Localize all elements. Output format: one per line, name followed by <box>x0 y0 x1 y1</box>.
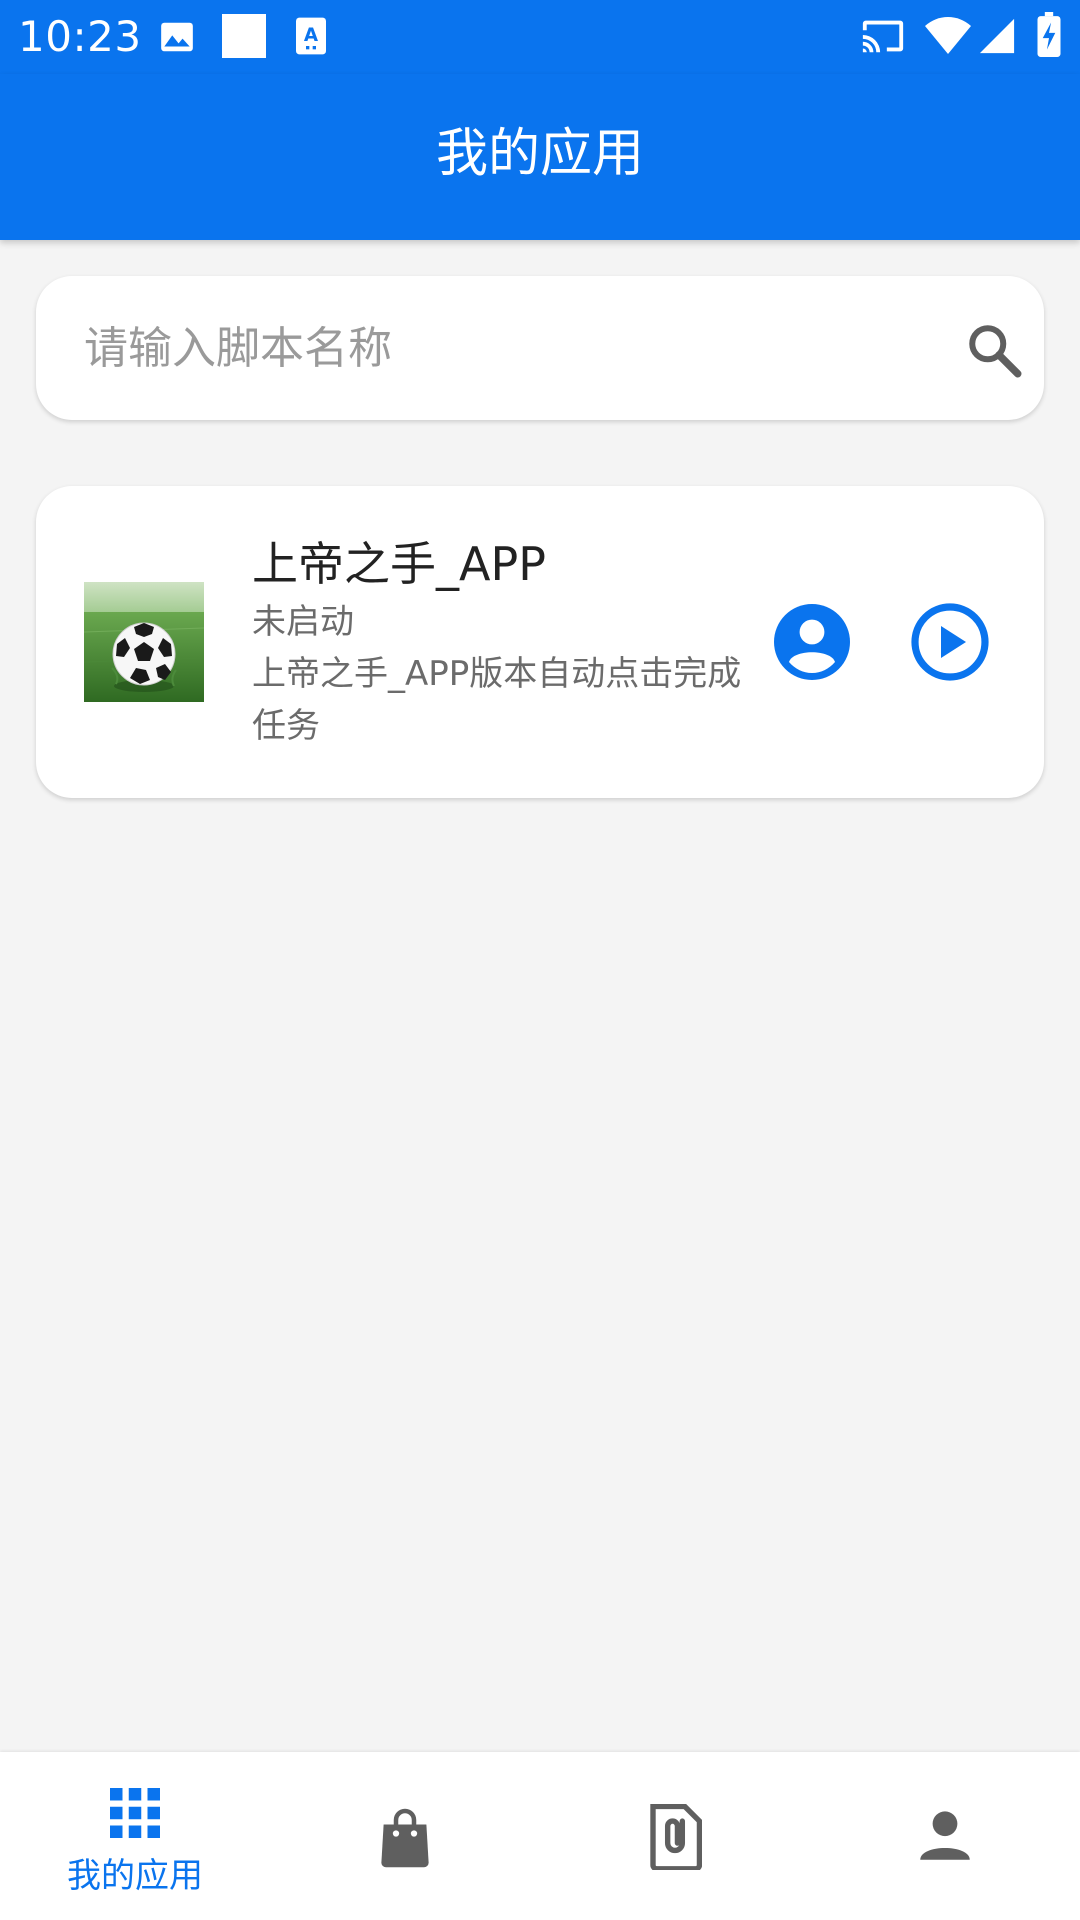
status-bar: 10:23 A <box>0 0 1080 74</box>
shopping-bag-icon <box>381 1808 429 1868</box>
app-status: 未启动 <box>252 602 354 642</box>
user-icon[interactable] <box>772 602 852 682</box>
app-description: 上帝之手_APP版本自动点击完成任务 <box>252 654 742 746</box>
app-name: 上帝之手_APP <box>252 537 546 591</box>
app-bar: 我的应用 <box>0 74 1080 240</box>
battery-charging-icon <box>1037 12 1061 57</box>
svg-text:A: A <box>304 25 319 46</box>
search-bar <box>36 276 1044 420</box>
nav-item-profile[interactable] <box>810 1752 1080 1920</box>
nav-item-my-apps[interactable]: 我的应用 <box>0 1752 270 1920</box>
status-time: 10:23 <box>18 12 142 61</box>
bottom-navigation: 我的应用 <box>0 1752 1080 1920</box>
blank-square-icon <box>222 14 266 58</box>
attachment-file-icon <box>650 1804 702 1870</box>
wifi-icon <box>925 17 971 54</box>
person-icon <box>920 1811 970 1860</box>
app-card[interactable]: 上帝之手_APP 未启动 上帝之手_APP版本自动点击完成任务 <box>36 486 1044 798</box>
nav-item-store[interactable] <box>270 1752 540 1920</box>
image-icon <box>161 22 193 52</box>
play-icon[interactable] <box>910 602 990 682</box>
nav-label-my-apps: 我的应用 <box>67 1856 203 1896</box>
search-input[interactable] <box>84 304 884 392</box>
cast-icon <box>862 20 904 53</box>
app-thumbnail <box>84 582 204 702</box>
search-icon[interactable] <box>964 320 1024 380</box>
page-title: 我的应用 <box>435 124 644 184</box>
nav-item-files[interactable] <box>540 1752 810 1920</box>
translate-icon: A <box>296 17 326 55</box>
grid-icon <box>110 1788 160 1838</box>
signal-icon <box>979 18 1015 54</box>
